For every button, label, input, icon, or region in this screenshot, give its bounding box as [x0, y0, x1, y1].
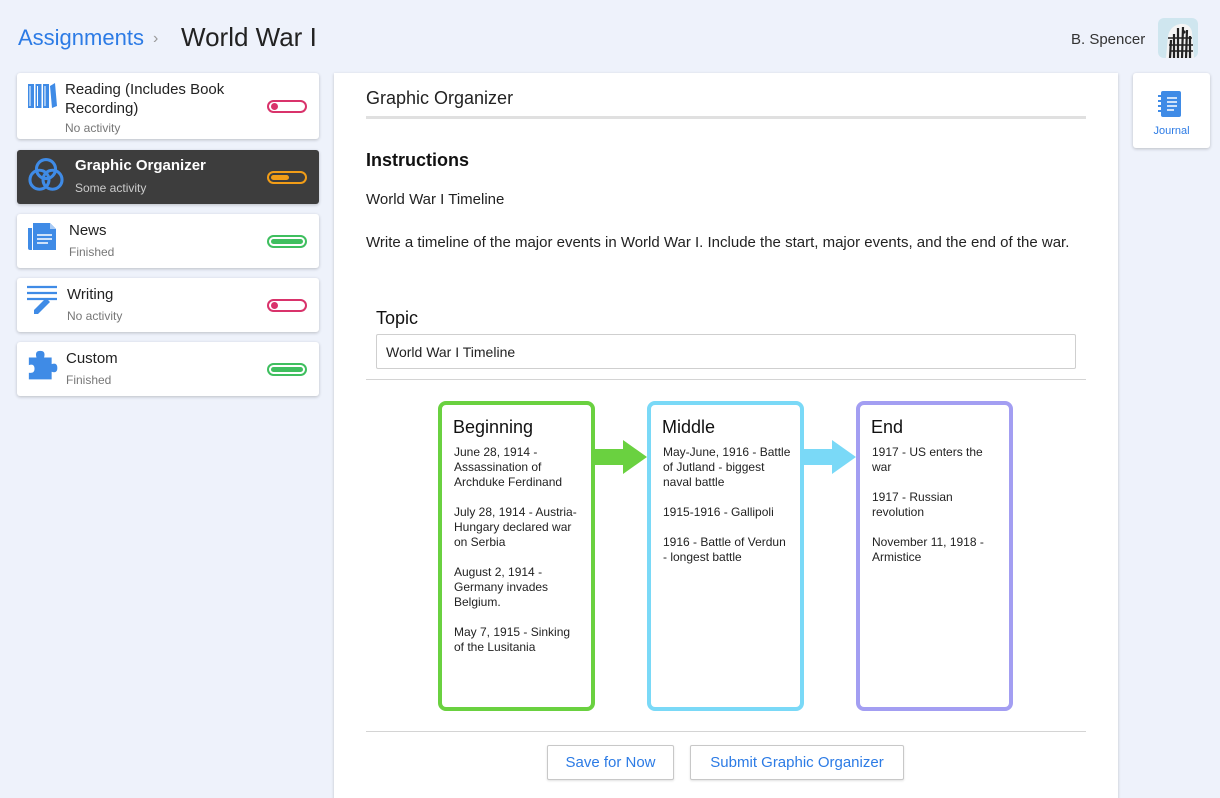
- progress-indicator: [267, 299, 307, 312]
- divider: [366, 731, 1086, 732]
- sidebar-item-label: Graphic Organizer: [75, 157, 206, 174]
- progress-indicator: [267, 100, 307, 113]
- venn-diagram-icon: [28, 158, 64, 191]
- organizer-box-middle: Middle May-June, 1916 - Battle of Jutlan…: [647, 401, 804, 711]
- progress-indicator: [267, 235, 307, 248]
- sidebar-item-status: Finished: [69, 245, 115, 259]
- sidebar-item-status: No activity: [65, 121, 121, 135]
- breadcrumb-assignments-link[interactable]: Assignments: [18, 25, 144, 51]
- title-divider: [366, 116, 1086, 119]
- instructions-subtitle: World War I Timeline: [366, 191, 505, 208]
- submit-button[interactable]: Submit Graphic Organizer: [690, 745, 904, 780]
- user-name: B. Spencer: [1071, 31, 1146, 48]
- organizer-box-title: Middle: [662, 417, 716, 437]
- sidebar-item-label: Writing: [67, 286, 114, 303]
- topic-label: Topic: [376, 308, 419, 328]
- notebook-icon: [1158, 91, 1181, 117]
- sidebar-item-status: No activity: [67, 309, 123, 323]
- topic-input[interactable]: [376, 334, 1076, 369]
- sidebar-item-writing[interactable]: Writing No activity: [17, 278, 319, 332]
- progress-indicator: [267, 363, 307, 376]
- organizer-textarea-end[interactable]: 1917 - US enters the war 1917 - Russian …: [872, 445, 1000, 703]
- organizer-textarea-beginning[interactable]: June 28, 1914 - Assassination of Archduk…: [454, 445, 582, 703]
- sidebar-item-label: Custom: [66, 350, 118, 367]
- organizer-box-end: End 1917 - US enters the war 1917 - Russ…: [856, 401, 1013, 711]
- journal-button[interactable]: Journal: [1133, 73, 1210, 148]
- organizer-box-title: Beginning: [453, 417, 534, 437]
- sidebar-item-news[interactable]: News Finished: [17, 214, 319, 268]
- organizer-textarea-middle[interactable]: May-June, 1916 - Battle of Jutland - big…: [663, 445, 791, 703]
- pencil-lines-icon: [27, 285, 57, 314]
- organizer-box-title: End: [871, 417, 904, 437]
- header: Assignments › World War I B. Spencer: [0, 0, 1220, 72]
- books-icon: [28, 83, 57, 108]
- arrow-right-icon: [594, 440, 647, 474]
- organizer-box-beginning: Beginning June 28, 1914 - Assassination …: [438, 401, 595, 711]
- sidebar-item-custom[interactable]: Custom Finished: [17, 342, 319, 396]
- progress-indicator: [267, 171, 307, 184]
- journal-label: Journal: [1153, 125, 1190, 137]
- arrow-right-icon: [803, 440, 856, 474]
- news-document-icon: [28, 223, 56, 250]
- page-title: World War I: [181, 22, 317, 52]
- sidebar-item-status: Finished: [66, 373, 112, 387]
- divider: [366, 379, 1086, 380]
- sidebar-item-label: News: [69, 222, 107, 239]
- chevron-right-icon: ›: [153, 30, 159, 47]
- avatar[interactable]: [1158, 18, 1198, 58]
- sidebar-item-label: Reading (Includes Book Recording): [65, 81, 225, 117]
- sidebar-item-graphic-organizer[interactable]: Graphic Organizer Some activity: [17, 150, 319, 204]
- sidebar-item-reading[interactable]: Reading (Includes Book Recording) No act…: [17, 73, 319, 139]
- puzzle-piece-icon: [28, 350, 58, 380]
- instructions-heading: Instructions: [366, 150, 470, 170]
- instructions-body: Write a timeline of the major events in …: [366, 234, 1070, 251]
- main-panel: Graphic Organizer Instructions World War…: [334, 73, 1118, 798]
- sidebar-item-status: Some activity: [75, 181, 147, 195]
- main-title: Graphic Organizer: [366, 88, 514, 108]
- save-button[interactable]: Save for Now: [547, 745, 674, 780]
